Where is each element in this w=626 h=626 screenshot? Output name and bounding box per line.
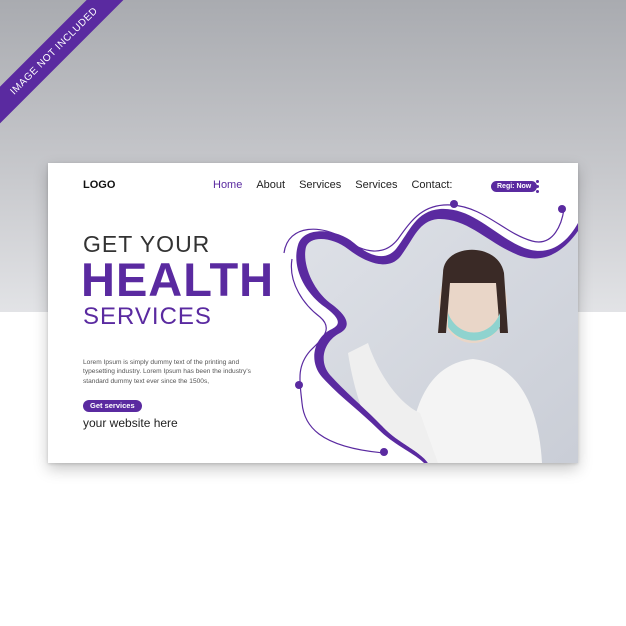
- headline-line-3: SERVICES: [83, 303, 212, 330]
- hero-description: Lorem Ipsum is simply dummy text of the …: [83, 359, 251, 385]
- curve-dot: [558, 205, 566, 213]
- logo[interactable]: LOGO: [83, 179, 115, 191]
- main-nav: Home About Services Services Contact:: [213, 179, 466, 191]
- nav-about[interactable]: About: [256, 179, 285, 191]
- headline-line-2: HEALTH: [81, 253, 275, 306]
- more-vertical-icon[interactable]: [536, 180, 540, 193]
- nav-services[interactable]: Services: [299, 179, 341, 191]
- get-services-button[interactable]: Get services: [83, 400, 142, 412]
- nav-contact[interactable]: Contact:: [411, 179, 452, 191]
- nav-services-2[interactable]: Services: [355, 179, 397, 191]
- register-button[interactable]: Regi: Now: [491, 181, 538, 192]
- curve-dot: [380, 448, 388, 456]
- curve-dot: [450, 200, 458, 208]
- landing-page-card: LOGO Home About Services Services Contac…: [48, 163, 578, 463]
- nav-home[interactable]: Home: [213, 179, 242, 191]
- curve-dot: [295, 381, 303, 389]
- website-text: your website here: [83, 416, 178, 430]
